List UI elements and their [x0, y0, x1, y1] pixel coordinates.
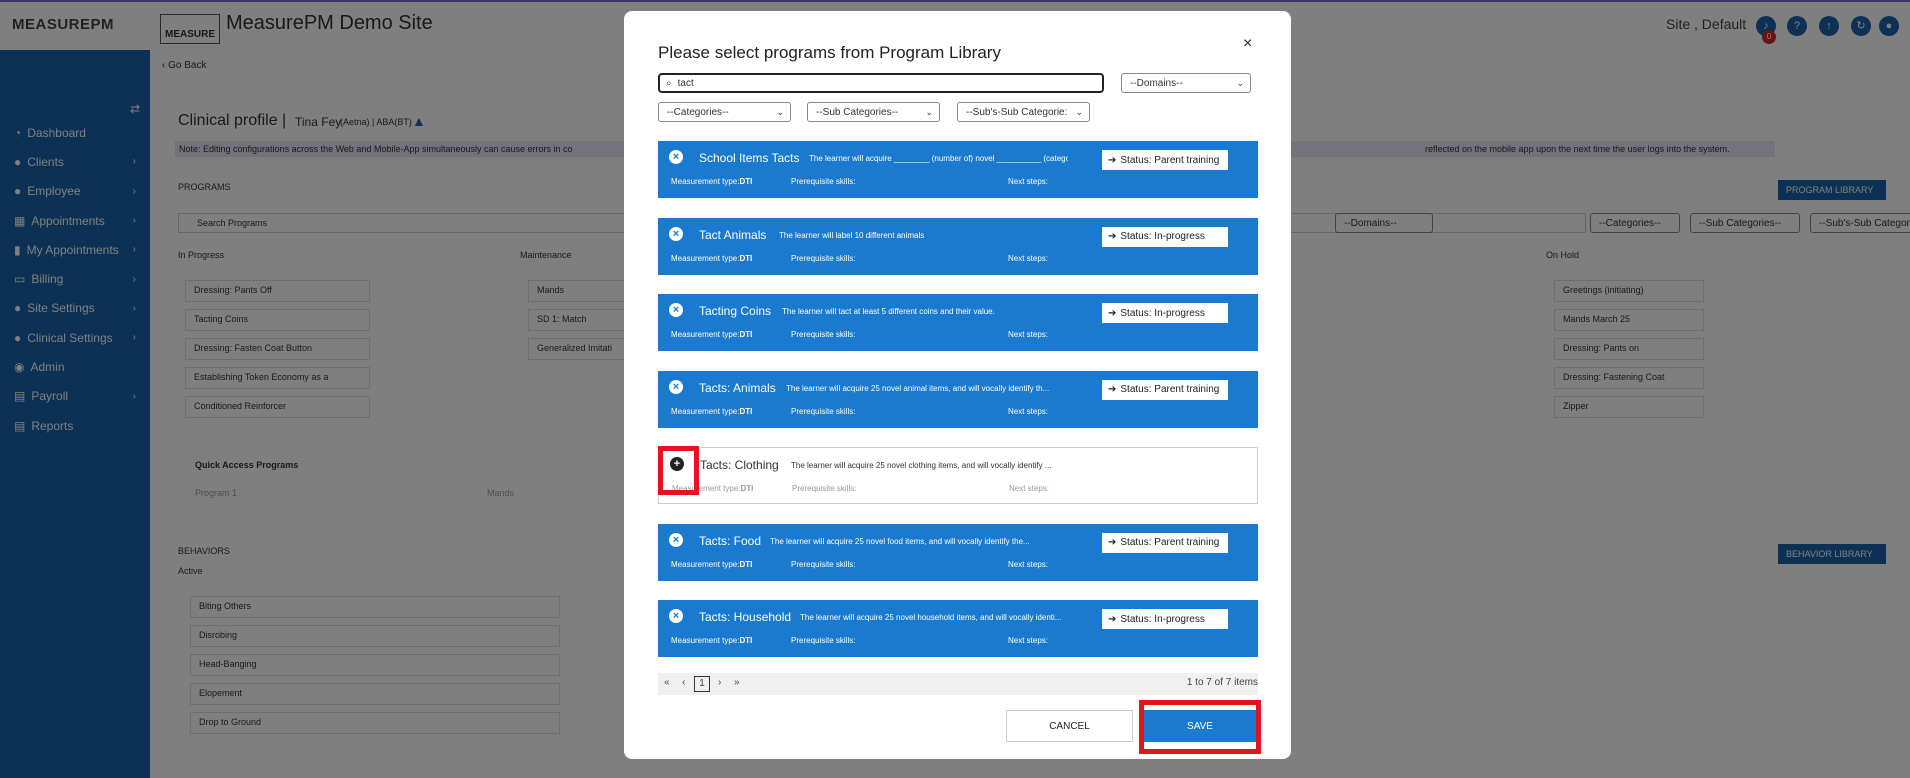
status-badge[interactable]: ➔ Status: Parent training: [1102, 532, 1228, 553]
program-name: Tacts: Household: [699, 610, 792, 624]
close-icon[interactable]: ×: [1243, 35, 1252, 53]
next-steps-label: Next steps:: [1008, 330, 1049, 339]
arrow-right-icon: ➔: [1108, 307, 1117, 319]
prerequisite-label: Prerequisite skills:: [791, 406, 856, 416]
categories-select[interactable]: --Categories-- ⌄: [658, 102, 791, 122]
program-description: The learner will acquire 25 novel animal…: [786, 383, 1050, 393]
arrow-right-icon: ➔: [1108, 613, 1117, 625]
prerequisite-label: Prerequisite skills:: [791, 177, 856, 186]
arrow-right-icon: ➔: [1108, 231, 1117, 242]
remove-icon[interactable]: ×: [669, 609, 683, 623]
chevron-down-icon: ⌄: [1236, 77, 1244, 88]
search-icon: ⌕: [666, 77, 672, 89]
chevron-down-icon: ⌄: [925, 106, 933, 117]
prerequisite-label: Prerequisite skills:: [791, 559, 856, 569]
measurement-type: Measurement type:DTI: [671, 330, 753, 339]
program-name: Tacts: Animals: [699, 380, 776, 395]
measurement-type: Measurement type:DTI: [671, 177, 753, 186]
domains-select[interactable]: --Domains-- ⌄: [1121, 73, 1251, 93]
program-description: The learner will tact at least 5 differe…: [782, 307, 995, 316]
program-name: Tacts: Food: [699, 533, 762, 548]
arrow-right-icon: ➔: [1108, 384, 1117, 395]
page-count: 1 to 7 of 7 items: [1186, 677, 1258, 688]
program-description: The learner will acquire ________ (numbe…: [809, 154, 1068, 163]
next-page-button[interactable]: ›: [718, 677, 721, 688]
remove-icon[interactable]: ×: [669, 379, 683, 394]
first-page-button[interactable]: «: [664, 677, 670, 688]
program-card[interactable]: × Tact Animals The learner will label 10 d…: [658, 217, 1258, 275]
status-badge[interactable]: ➔ Status: In-progress: [1102, 609, 1228, 629]
pagination: « ‹ 1 › » 1 to 7 of 7 items: [658, 673, 1258, 695]
program-card[interactable]: × Tacting Coins The learner will tact at l…: [658, 294, 1258, 351]
current-page-button[interactable]: 1: [694, 676, 710, 692]
program-card[interactable]: × Tacts: Animals The learner will acquire …: [658, 370, 1258, 428]
remove-icon[interactable]: ×: [669, 226, 683, 241]
status-badge[interactable]: ➔ Status: In-progress: [1102, 226, 1228, 247]
last-page-button[interactable]: »: [734, 677, 740, 688]
measurement-type: Measurement type:DTI: [671, 636, 753, 645]
program-card[interactable]: + Tacts: Clothing The learner will acquire…: [658, 447, 1258, 504]
next-steps-label: Next steps:: [1008, 406, 1049, 416]
modal-title: Please select programs from Program Libr…: [658, 43, 1001, 62]
program-library-modal: Please select programs from Program Libr…: [624, 11, 1291, 759]
save-button[interactable]: SAVE: [1144, 710, 1256, 742]
program-name: School Items Tacts: [699, 151, 800, 165]
program-description: The learner will label 10 different anim…: [779, 230, 925, 240]
measurement-type: Measurement type:DTI: [671, 253, 753, 263]
status-badge[interactable]: ➔ Status: In-progress: [1102, 303, 1228, 323]
program-name: Tacts: Clothing: [700, 458, 779, 472]
highlight-add-icon: [658, 446, 699, 495]
prerequisite-label: Prerequisite skills:: [792, 484, 857, 493]
program-search-input[interactable]: ⌕ tact: [658, 73, 1104, 93]
program-name: Tacting Coins: [699, 304, 772, 318]
arrow-right-icon: ➔: [1108, 154, 1117, 166]
remove-icon[interactable]: ×: [669, 532, 683, 547]
prerequisite-label: Prerequisite skills:: [791, 253, 856, 263]
measurement-type: Measurement type:DTI: [671, 559, 753, 569]
measurement-type: Measurement type:DTI: [671, 406, 753, 416]
chevron-down-icon: ⌄: [1075, 106, 1083, 117]
subsub-categories-select[interactable]: --Sub's-Sub Categorie: ⌄: [957, 102, 1090, 122]
program-name: Tact Animals: [699, 227, 767, 242]
status-badge[interactable]: ➔ Status: Parent training: [1102, 379, 1228, 400]
cancel-button[interactable]: CANCEL: [1006, 710, 1133, 742]
program-card[interactable]: × School Items Tacts The learner will acqu…: [658, 141, 1258, 198]
sub-categories-select[interactable]: --Sub Categories-- ⌄: [807, 102, 940, 122]
next-steps-label: Next steps:: [1009, 484, 1050, 493]
remove-icon[interactable]: ×: [669, 303, 683, 317]
next-steps-label: Next steps:: [1008, 177, 1049, 186]
program-card[interactable]: × Tacts: Household The learner will acquir…: [658, 600, 1258, 657]
next-steps-label: Next steps:: [1008, 253, 1049, 263]
program-description: The learner will acquire 25 novel clothi…: [791, 461, 1052, 470]
status-badge[interactable]: ➔ Status: Parent training: [1102, 150, 1228, 170]
prerequisite-label: Prerequisite skills:: [791, 330, 856, 339]
arrow-right-icon: ➔: [1108, 537, 1117, 548]
next-steps-label: Next steps:: [1008, 636, 1049, 645]
chevron-down-icon: ⌄: [776, 106, 784, 117]
remove-icon[interactable]: ×: [669, 150, 683, 164]
prerequisite-label: Prerequisite skills:: [791, 636, 856, 645]
program-card[interactable]: × Tacts: Food The learner will acquire 25 …: [658, 523, 1258, 581]
program-description: The learner will acquire 25 novel househ…: [800, 613, 1062, 622]
prev-page-button[interactable]: ‹: [682, 677, 685, 688]
program-description: The learner will acquire 25 novel food i…: [770, 536, 1030, 546]
search-value: tact: [677, 77, 694, 89]
next-steps-label: Next steps:: [1008, 559, 1049, 569]
